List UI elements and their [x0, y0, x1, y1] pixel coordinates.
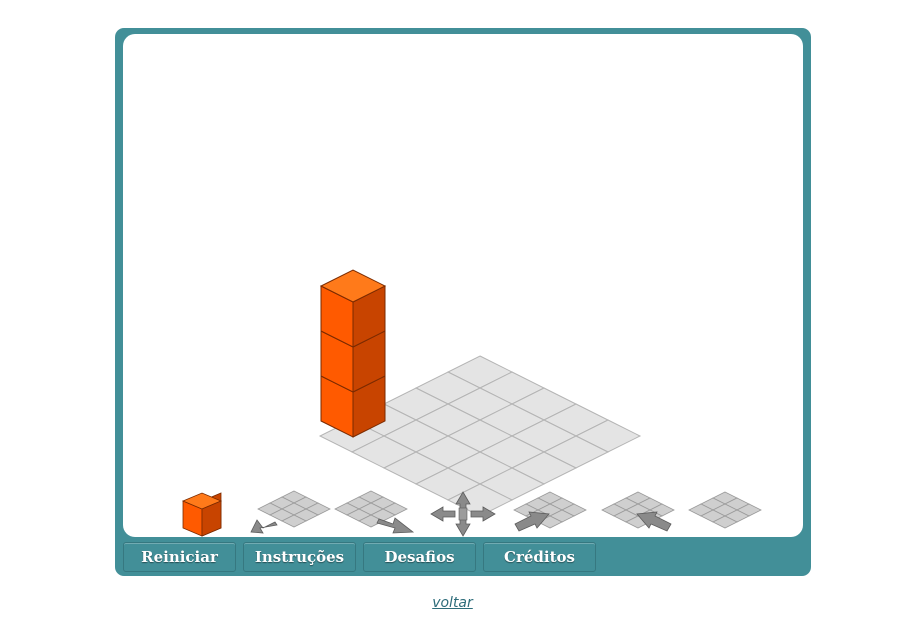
- grid-arrow-down-left-icon: [250, 490, 331, 534]
- orange-cube-icon: [181, 492, 223, 537]
- app-frame: Reiniciar Instruções Desafios Créditos: [115, 28, 811, 576]
- view-top-tool[interactable]: [688, 491, 762, 529]
- view-front-tool[interactable]: [513, 491, 587, 532]
- grid-arrow-up-right-icon: [513, 491, 587, 532]
- grid-arrow-up-left-icon: [601, 491, 675, 532]
- grid-plain-icon: [688, 491, 762, 529]
- instrucoes-button[interactable]: Instruções: [243, 542, 356, 572]
- stage-canvas[interactable]: [123, 34, 803, 537]
- stage-svg: [181, 269, 762, 537]
- rotate-left-tool[interactable]: [250, 490, 331, 534]
- grid-arrow-down-right-icon: [334, 490, 415, 534]
- cube-tower[interactable]: [319, 269, 387, 438]
- rotate-right-tool[interactable]: [334, 490, 415, 534]
- creditos-button[interactable]: Créditos: [483, 542, 596, 572]
- reiniciar-button[interactable]: Reiniciar: [123, 542, 236, 572]
- voltar-link[interactable]: voltar: [0, 595, 905, 611]
- desafios-button[interactable]: Desafios: [363, 542, 476, 572]
- view-side-tool[interactable]: [601, 491, 675, 532]
- add-cube-tool[interactable]: [181, 492, 223, 537]
